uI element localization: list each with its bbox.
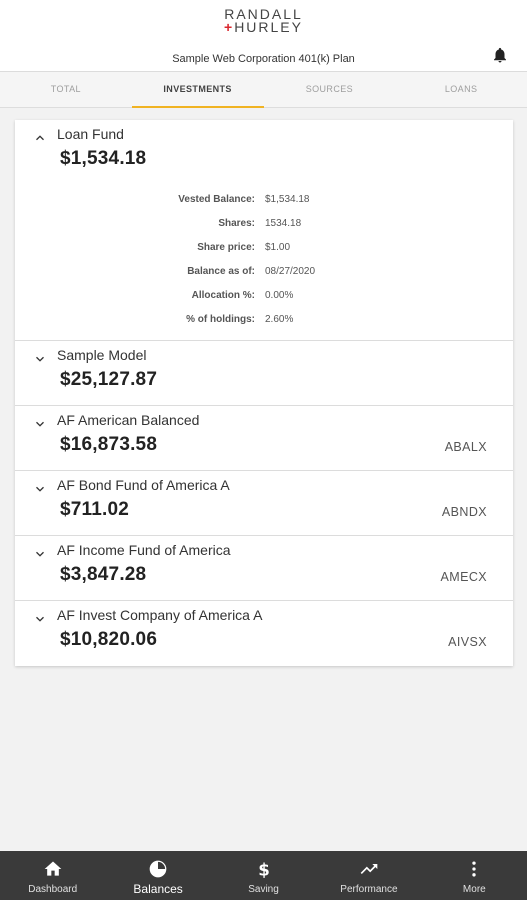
- fund-balance: $10,820.06: [60, 629, 158, 650]
- detail-value: 0.00%: [265, 290, 294, 301]
- fund-ticker: ABALX: [444, 440, 487, 454]
- fund-balance: $1,534.18: [60, 148, 147, 169]
- chevron-down-icon[interactable]: [33, 547, 47, 561]
- chevron-down-icon[interactable]: [33, 352, 47, 366]
- tab-loans[interactable]: LOANS: [395, 72, 527, 108]
- detail-row-allocation: Allocation %: 0.00%: [15, 290, 513, 314]
- nav-more[interactable]: More: [422, 851, 527, 900]
- tab-investments[interactable]: INVESTMENTS: [131, 72, 264, 108]
- nav-balances[interactable]: Balances: [105, 851, 210, 900]
- fund-card-loan-fund[interactable]: Loan Fund $1,534.18 Vested Balance: $1,5…: [15, 120, 513, 341]
- detail-label: Shares:: [218, 218, 255, 229]
- detail-label: Balance as of:: [187, 266, 255, 277]
- plan-title: Sample Web Corporation 401(k) Plan: [172, 53, 355, 65]
- bell-icon[interactable]: [491, 45, 509, 65]
- nav-label: Balances: [133, 882, 183, 896]
- fund-card-af-american-balanced[interactable]: AF American Balanced $16,873.58 ABALX: [15, 406, 513, 471]
- randall-hurley-logo: RANDALL +HURLEY: [0, 7, 527, 35]
- chevron-down-icon[interactable]: [33, 417, 47, 431]
- fund-ticker: ABNDX: [441, 505, 487, 519]
- dollar-icon: $: [258, 861, 270, 879]
- fund-card-af-income-fund[interactable]: AF Income Fund of America $3,847.28 AMEC…: [15, 536, 513, 601]
- trending-up-icon: [360, 864, 378, 874]
- app-header: RANDALL +HURLEY Sample Web Corporation 4…: [0, 0, 527, 72]
- nav-saving[interactable]: $ Saving: [211, 851, 316, 900]
- svg-text:$: $: [258, 861, 270, 879]
- detail-row-shares: Shares: 1534.18: [15, 218, 513, 242]
- detail-label: Share price:: [197, 242, 255, 253]
- detail-row-balance-as-of: Balance as of: 08/27/2020: [15, 266, 513, 290]
- tab-total[interactable]: TOTAL: [0, 72, 132, 108]
- detail-label: Vested Balance:: [178, 194, 255, 205]
- bottom-nav: Dashboard Balances $ Saving Performance …: [0, 851, 527, 900]
- fund-list: Loan Fund $1,534.18 Vested Balance: $1,5…: [15, 120, 513, 666]
- fund-details: Vested Balance: $1,534.18 Shares: 1534.1…: [15, 194, 513, 338]
- nav-label: Saving: [248, 884, 279, 895]
- nav-dashboard[interactable]: Dashboard: [0, 851, 105, 900]
- detail-label: % of holdings:: [186, 314, 255, 325]
- pie-chart-icon: [149, 860, 167, 878]
- nav-label: Performance: [340, 884, 398, 895]
- detail-value: 08/27/2020: [265, 266, 316, 277]
- fund-name: AF Income Fund of America: [57, 542, 231, 558]
- detail-row-vested-balance: Vested Balance: $1,534.18: [15, 194, 513, 218]
- nav-label: Dashboard: [28, 884, 78, 895]
- detail-row-share-price: Share price: $1.00: [15, 242, 513, 266]
- fund-name: AF Bond Fund of America A: [57, 477, 230, 493]
- detail-value: 2.60%: [265, 314, 294, 325]
- fund-balance: $711.02: [60, 499, 130, 520]
- logo-line-2: +HURLEY: [0, 19, 527, 35]
- fund-card-sample-model[interactable]: Sample Model $25,127.87: [15, 341, 513, 406]
- detail-value: 1534.18: [265, 218, 302, 229]
- chevron-down-icon[interactable]: [33, 612, 47, 626]
- fund-balance: $3,847.28: [60, 564, 147, 585]
- fund-ticker: AMECX: [440, 570, 487, 584]
- balance-tabs: TOTAL INVESTMENTS SOURCES LOANS: [0, 72, 527, 108]
- nav-performance[interactable]: Performance: [316, 851, 421, 900]
- detail-label: Allocation %:: [191, 290, 255, 301]
- detail-value: $1.00: [265, 242, 291, 253]
- fund-card-af-invest-company[interactable]: AF Invest Company of America A $10,820.0…: [15, 601, 513, 666]
- fund-name: Sample Model: [57, 347, 147, 363]
- logo-plus-icon: +: [224, 19, 235, 35]
- logo-line-2-text: HURLEY: [234, 19, 303, 35]
- fund-ticker: AIVSX: [448, 635, 487, 649]
- fund-card-af-bond-fund[interactable]: AF Bond Fund of America A $711.02 ABNDX: [15, 471, 513, 536]
- fund-name: AF American Balanced: [57, 412, 200, 428]
- fund-balance: $16,873.58: [60, 434, 158, 455]
- detail-value: $1,534.18: [265, 194, 310, 205]
- fund-balance: $25,127.87: [60, 369, 158, 390]
- fund-name: AF Invest Company of America A: [57, 607, 263, 623]
- chevron-down-icon[interactable]: [33, 482, 47, 496]
- more-vertical-icon: [472, 861, 476, 877]
- home-icon: [44, 861, 62, 876]
- nav-label: More: [462, 884, 486, 895]
- detail-row-holdings: % of holdings: 2.60%: [15, 314, 513, 338]
- chevron-up-icon[interactable]: [33, 131, 47, 145]
- fund-name: Loan Fund: [57, 126, 124, 142]
- tab-sources[interactable]: SOURCES: [264, 72, 396, 108]
